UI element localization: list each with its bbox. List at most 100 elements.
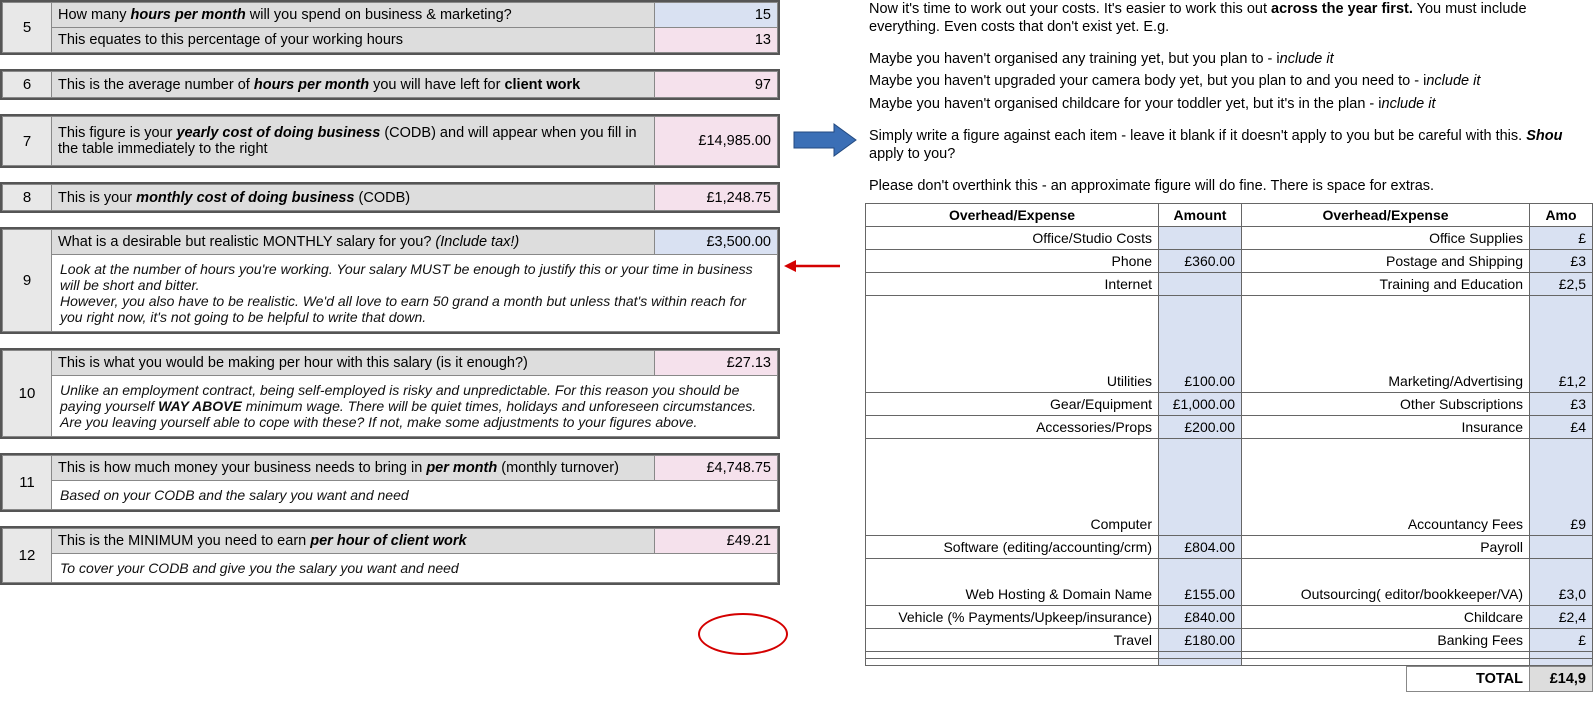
expense-amount-2[interactable]: £ bbox=[1530, 227, 1593, 250]
expense-name bbox=[866, 659, 1159, 666]
expense-name-2: Insurance bbox=[1242, 416, 1530, 439]
row9-q: What is a desirable but realistic MONTHL… bbox=[52, 230, 655, 255]
expense-amount-2[interactable]: £3,0 bbox=[1530, 559, 1593, 606]
expense-name-2: Postage and Shipping bbox=[1242, 250, 1530, 273]
expense-amount-2[interactable]: £ bbox=[1530, 629, 1593, 652]
expense-amount[interactable] bbox=[1159, 652, 1242, 659]
section-row-11: 11 This is how much money your business … bbox=[0, 453, 780, 512]
expense-amount-2[interactable] bbox=[1530, 652, 1593, 659]
row-number-9: 9 bbox=[3, 230, 52, 332]
expense-amount-2[interactable]: £3 bbox=[1530, 250, 1593, 273]
expense-name-2: Marketing/Advertising bbox=[1242, 296, 1530, 393]
exp-header-1: Overhead/Expense bbox=[866, 204, 1159, 227]
row-number-8: 8 bbox=[3, 185, 52, 211]
expense-name: Phone bbox=[866, 250, 1159, 273]
row12-q: This is the MINIMUM you need to earn per… bbox=[52, 529, 655, 554]
expense-name-2: Childcare bbox=[1242, 606, 1530, 629]
row8-v: £1,248.75 bbox=[655, 185, 778, 211]
row10-v: £27.13 bbox=[655, 351, 778, 376]
exp-header-2: Amount bbox=[1159, 204, 1242, 227]
costs-intro-2a: Maybe you haven't organised any training… bbox=[865, 50, 1593, 72]
section-row-8: 8 This is your monthly cost of doing bus… bbox=[0, 182, 780, 213]
expense-name: Computer bbox=[866, 439, 1159, 536]
expense-amount[interactable]: £1,000.00 bbox=[1159, 393, 1242, 416]
section-row-9: 9 What is a desirable but realistic MONT… bbox=[0, 227, 780, 334]
expense-amount-2[interactable] bbox=[1530, 536, 1593, 559]
arrow-right-blue-icon bbox=[790, 118, 860, 162]
section-row-10: 10 This is what you would be making per … bbox=[0, 348, 780, 439]
row-number-12: 12 bbox=[3, 529, 52, 583]
costs-intro-2c: Maybe you haven't organised childcare fo… bbox=[865, 95, 1593, 117]
expense-amount-2[interactable]: £4 bbox=[1530, 416, 1593, 439]
row7-v: £14,985.00 bbox=[655, 117, 778, 166]
left-calculator-pane: 5 How many hours per month will you spen… bbox=[0, 0, 780, 599]
row9-v[interactable]: £3,500.00 bbox=[655, 230, 778, 255]
expense-amount-2[interactable]: £2,4 bbox=[1530, 606, 1593, 629]
expenses-table: Overhead/Expense Amount Overhead/Expense… bbox=[865, 203, 1593, 666]
expense-amount-2[interactable]: £9 bbox=[1530, 439, 1593, 536]
row-number-10: 10 bbox=[3, 351, 52, 437]
expense-amount[interactable]: £180.00 bbox=[1159, 629, 1242, 652]
expense-amount-2[interactable]: £2,5 bbox=[1530, 273, 1593, 296]
expense-name-2: Office Supplies bbox=[1242, 227, 1530, 250]
row10-note: Unlike an employment contract, being sel… bbox=[52, 376, 778, 437]
row8-q: This is your monthly cost of doing busin… bbox=[52, 185, 655, 211]
expense-name: Web Hosting & Domain Name bbox=[866, 559, 1159, 606]
expense-amount[interactable]: £200.00 bbox=[1159, 416, 1242, 439]
expense-amount[interactable]: £804.00 bbox=[1159, 536, 1242, 559]
row5-q2: This equates to this percentage of your … bbox=[52, 28, 655, 53]
expense-amount-2[interactable]: £1,2 bbox=[1530, 296, 1593, 393]
exp-header-3: Overhead/Expense bbox=[1242, 204, 1530, 227]
expense-amount[interactable] bbox=[1159, 227, 1242, 250]
highlight-circle-red-icon bbox=[698, 613, 788, 655]
row-number-6: 6 bbox=[3, 72, 52, 98]
section-row-12: 12 This is the MINIMUM you need to earn … bbox=[0, 526, 780, 585]
section-row-5: 5 How many hours per month will you spen… bbox=[0, 0, 780, 55]
expense-name: Utilities bbox=[866, 296, 1159, 393]
expense-name-2: Accountancy Fees bbox=[1242, 439, 1530, 536]
expense-name: Vehicle (% Payments/Upkeep/insurance) bbox=[866, 606, 1159, 629]
expense-name-2 bbox=[1242, 659, 1530, 666]
expense-amount[interactable] bbox=[1159, 273, 1242, 296]
row9-note: Look at the number of hours you're worki… bbox=[52, 255, 778, 332]
expense-amount[interactable]: £360.00 bbox=[1159, 250, 1242, 273]
row6-v: 97 bbox=[655, 72, 778, 98]
row10-q: This is what you would be making per hou… bbox=[52, 351, 655, 376]
row-number-5: 5 bbox=[3, 3, 52, 53]
expense-name-2 bbox=[1242, 652, 1530, 659]
row7-q: This figure is your yearly cost of doing… bbox=[52, 117, 655, 166]
expense-amount-2[interactable]: £3 bbox=[1530, 393, 1593, 416]
expense-name: Accessories/Props bbox=[866, 416, 1159, 439]
total-value: £14,9 bbox=[1530, 667, 1593, 692]
row-number-7: 7 bbox=[3, 117, 52, 166]
expense-name-2: Other Subscriptions bbox=[1242, 393, 1530, 416]
row11-v: £4,748.75 bbox=[655, 456, 778, 481]
expense-name: Gear/Equipment bbox=[866, 393, 1159, 416]
expense-name: Travel bbox=[866, 629, 1159, 652]
row11-note: Based on your CODB and the salary you wa… bbox=[52, 481, 778, 510]
row12-note: To cover your CODB and give you the sala… bbox=[52, 554, 778, 583]
costs-intro-1: Now it's time to work out your costs. It… bbox=[865, 0, 1593, 40]
row11-q: This is how much money your business nee… bbox=[52, 456, 655, 481]
expense-amount[interactable] bbox=[1159, 439, 1242, 536]
row5-v1[interactable]: 15 bbox=[655, 3, 778, 28]
expense-amount[interactable]: £840.00 bbox=[1159, 606, 1242, 629]
expense-amount[interactable]: £155.00 bbox=[1159, 559, 1242, 606]
expense-amount[interactable] bbox=[1159, 659, 1242, 666]
expense-name-2: Outsourcing( editor/bookkeeper/VA) bbox=[1242, 559, 1530, 606]
expense-name: Internet bbox=[866, 273, 1159, 296]
expense-name-2: Payroll bbox=[1242, 536, 1530, 559]
arrow-left-red-icon bbox=[782, 254, 842, 278]
expense-name: Software (editing/accounting/crm) bbox=[866, 536, 1159, 559]
expense-name-2: Training and Education bbox=[1242, 273, 1530, 296]
right-costs-pane: Now it's time to work out your costs. It… bbox=[865, 0, 1593, 692]
row12-v: £49.21 bbox=[655, 529, 778, 554]
expense-amount-2[interactable] bbox=[1530, 659, 1593, 666]
costs-intro-2b: Maybe you haven't upgraded your camera b… bbox=[865, 72, 1593, 94]
expense-name: Office/Studio Costs bbox=[866, 227, 1159, 250]
section-row-7: 7 This figure is your yearly cost of doi… bbox=[0, 114, 780, 168]
expense-amount[interactable]: £100.00 bbox=[1159, 296, 1242, 393]
exp-header-4: Amo bbox=[1530, 204, 1593, 227]
total-label: TOTAL bbox=[1407, 667, 1530, 692]
expense-name-2: Banking Fees bbox=[1242, 629, 1530, 652]
